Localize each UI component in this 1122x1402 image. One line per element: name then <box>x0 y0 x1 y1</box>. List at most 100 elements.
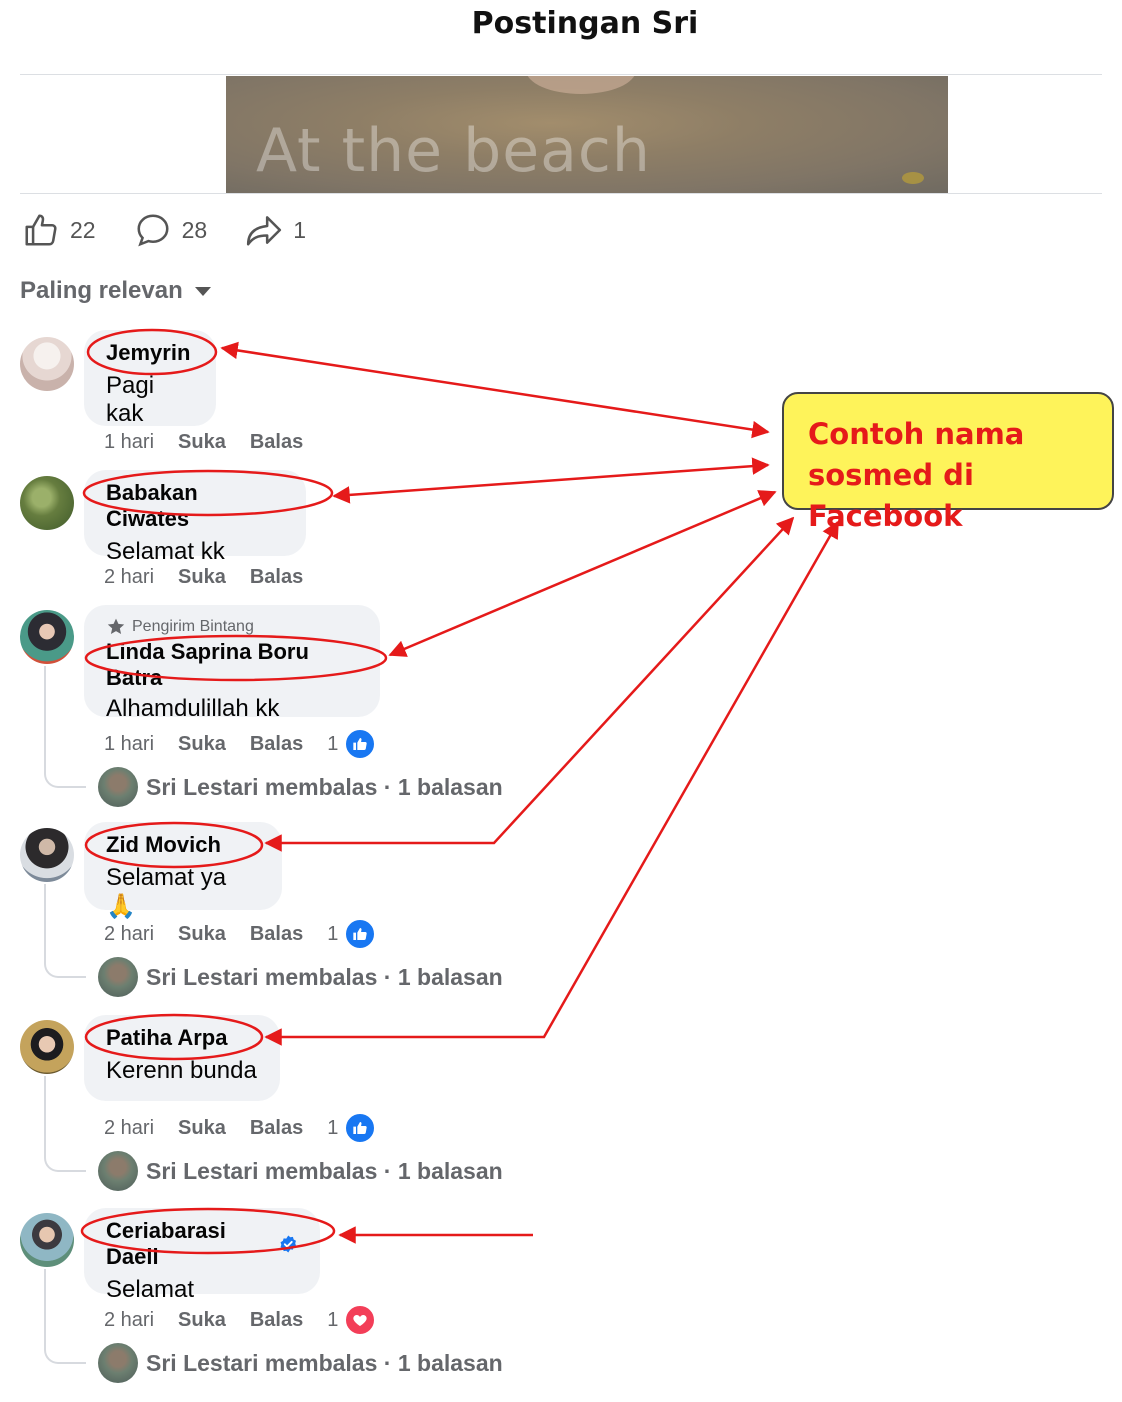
like-link[interactable]: Suka <box>178 431 226 454</box>
reply-summary[interactable]: Sri Lestari membalas · 1 balasan <box>98 957 503 997</box>
reply-summary-text: Sri Lestari membalas · 1 balasan <box>146 1157 503 1184</box>
avatar <box>98 767 138 807</box>
comment-author[interactable]: Patiha Arpa <box>106 1025 258 1051</box>
avatar <box>98 957 138 997</box>
post-image[interactable]: At the beach <box>226 76 948 194</box>
like-link[interactable]: Suka <box>178 923 226 946</box>
like-link[interactable]: Suka <box>178 1117 226 1140</box>
image-detail <box>902 172 924 184</box>
reply-summary-text: Sri Lestari membalas · 1 balasan <box>146 1349 503 1376</box>
like-button[interactable]: 22 <box>22 211 96 249</box>
reply-thread-line <box>44 666 86 788</box>
comment-bubble: Jemyrin Pagi kak <box>84 330 216 427</box>
comment-text: Alhamdulillah kk <box>106 695 280 722</box>
comment-time: 1 hari <box>104 431 155 453</box>
reply-summary[interactable]: Sri Lestari membalas · 1 balasan <box>98 767 503 807</box>
reply-link[interactable]: Balas <box>250 1117 303 1140</box>
comment-meta: 2 hari Suka Balas 1 <box>104 1304 400 1336</box>
divider <box>20 74 1102 75</box>
comment-meta: 2 hari Suka Balas 1 <box>104 918 400 950</box>
comment-time: 1 hari <box>104 732 155 755</box>
annotation-callout: Contoh nama sosmed di Facebook <box>782 392 1114 533</box>
comment-meta: 2 hari Suka Balas 1 <box>104 1112 400 1144</box>
avatar[interactable] <box>20 828 74 882</box>
love-reaction-icon[interactable] <box>344 1304 377 1336</box>
comment-button[interactable]: 28 <box>134 211 208 249</box>
comment-author[interactable]: Ceriabarasi Daeli <box>106 1218 298 1270</box>
comment-bubble: Babakan Ciwates Selamat kk <box>84 470 306 565</box>
reply-summary-text: Sri Lestari membalas · 1 balasan <box>146 773 503 800</box>
like-reaction-icon[interactable] <box>344 728 377 760</box>
comment-bubble: Zid Movich Selamat ya 🙏 <box>84 822 282 920</box>
comment-text: Kerenn bunda <box>106 1057 257 1084</box>
comment-text: Selamat <box>106 1276 195 1303</box>
avatar[interactable] <box>20 1213 74 1267</box>
comment-text: Pagi kak <box>106 372 155 427</box>
comment-author[interactable]: Babakan Ciwates <box>106 480 284 532</box>
avatar[interactable] <box>20 476 74 530</box>
comment-bubble: Patiha Arpa Kerenn bunda <box>84 1015 280 1101</box>
like-reaction-icon[interactable] <box>344 918 377 950</box>
star-icon <box>107 618 125 634</box>
share-button[interactable]: 1 <box>245 211 306 249</box>
share-icon <box>247 216 282 246</box>
reply-summary-text: Sri Lestari membalas · 1 balasan <box>146 963 503 990</box>
comment-bubble: Ceriabarasi Daeli Selamat <box>84 1208 320 1303</box>
comment-time: 2 hari <box>104 1116 155 1139</box>
caret-down-icon <box>194 286 211 296</box>
comment-time: 2 hari <box>104 566 155 588</box>
comment-time: 2 hari <box>104 1308 155 1331</box>
annotation-line-1: Contoh nama <box>808 417 1025 451</box>
reply-thread-line <box>44 1076 86 1172</box>
image-detail <box>526 76 636 94</box>
comment-author[interactable]: Linda Saprina Boru Batra <box>106 639 358 691</box>
comment-icon <box>137 214 169 247</box>
reply-link[interactable]: Balas <box>250 566 303 589</box>
comment-text: Selamat kk <box>106 538 225 565</box>
star-badge: Pengirim Bintang <box>106 617 358 637</box>
reply-thread-line <box>44 884 86 978</box>
reaction-count: 1 <box>327 1308 339 1331</box>
comment-time: 2 hari <box>104 922 155 945</box>
like-icon <box>25 214 57 246</box>
reply-summary[interactable]: Sri Lestari membalas · 1 balasan <box>98 1343 503 1383</box>
like-reaction-icon[interactable] <box>344 1112 377 1144</box>
like-link[interactable]: Suka <box>178 566 226 589</box>
reply-link[interactable]: Balas <box>250 923 303 946</box>
avatar <box>98 1151 138 1191</box>
comment-meta: 2 hari Suka Balas <box>104 566 327 589</box>
reply-thread-line <box>44 1269 86 1364</box>
reply-summary[interactable]: Sri Lestari membalas · 1 balasan <box>98 1151 503 1191</box>
reaction-count: 1 <box>327 732 339 755</box>
reply-link[interactable]: Balas <box>250 1309 303 1332</box>
image-caption: At the beach <box>256 116 651 186</box>
annotation-arrow <box>220 341 770 439</box>
share-count: 1 <box>293 216 306 243</box>
comment-author-name: Ceriabarasi Daeli <box>106 1218 226 1269</box>
comment-count: 28 <box>181 216 208 243</box>
comment-sort-dropdown[interactable]: Paling relevan <box>20 277 211 305</box>
like-link[interactable]: Suka <box>178 1309 226 1332</box>
comment-author[interactable]: Zid Movich <box>106 832 260 858</box>
annotation-line-2: sosmed di Facebook <box>808 458 974 533</box>
like-link[interactable]: Suka <box>178 733 226 756</box>
reply-link[interactable]: Balas <box>250 733 303 756</box>
avatar[interactable] <box>20 337 74 391</box>
avatar <box>98 1343 138 1383</box>
post-action-bar: 22 28 1 <box>22 208 344 252</box>
reaction-count: 1 <box>327 922 339 945</box>
like-count: 22 <box>70 216 96 243</box>
comment-author[interactable]: Jemyrin <box>106 340 194 366</box>
page-title: Postingan Sri <box>471 6 699 41</box>
avatar[interactable] <box>20 610 74 664</box>
comment-bubble: Pengirim Bintang Linda Saprina Boru Batr… <box>84 605 380 722</box>
annotation-arrow <box>388 490 777 657</box>
badge-label: Pengirim Bintang <box>132 618 254 635</box>
reaction-count: 1 <box>327 1116 339 1139</box>
comment-text: Selamat ya 🙏 <box>106 864 227 920</box>
reply-link[interactable]: Balas <box>250 431 303 454</box>
comment-meta: 1 hari Suka Balas <box>104 431 327 454</box>
comment-meta: 1 hari Suka Balas 1 <box>104 728 400 760</box>
divider <box>20 193 1102 194</box>
avatar[interactable] <box>20 1020 74 1074</box>
